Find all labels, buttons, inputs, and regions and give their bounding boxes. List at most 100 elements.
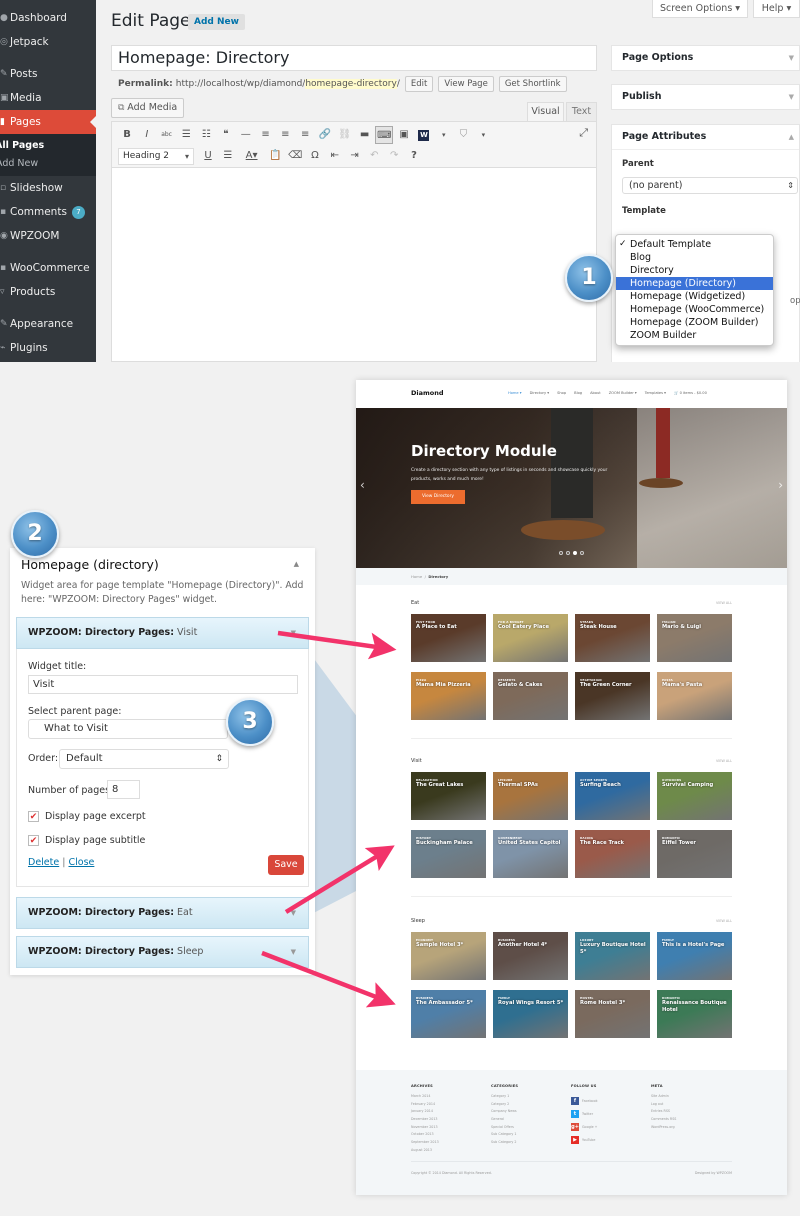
- redo-icon[interactable]: ↷: [385, 147, 403, 165]
- footer-link[interactable]: Entries RSS: [651, 1109, 676, 1117]
- footer-link[interactable]: December 2013: [411, 1117, 439, 1125]
- fullscreen-icon[interactable]: ⤢: [579, 126, 588, 140]
- toolbar-toggle-icon[interactable]: ⌨: [375, 126, 394, 144]
- numbered-list-icon[interactable]: ☷: [197, 126, 215, 144]
- slider-dot[interactable]: [566, 551, 570, 555]
- directory-card[interactable]: VEGETARIAN The Green Corner: [575, 672, 650, 720]
- unlink-icon[interactable]: ⛓: [336, 126, 354, 144]
- submenu-add-new[interactable]: Add New: [0, 155, 96, 173]
- view-all-link[interactable]: VIEW ALL: [716, 601, 732, 605]
- bullet-list-icon[interactable]: ☰: [177, 126, 195, 144]
- site-nav-item[interactable]: ZOOM Builder ▾: [609, 391, 637, 395]
- directory-card[interactable]: OUTDOORS Survival Camping: [657, 772, 732, 820]
- directory-card[interactable]: STEAKS Steak House: [575, 614, 650, 662]
- footer-link[interactable]: Sub Category 1: [491, 1132, 518, 1140]
- add-new-button[interactable]: Add New: [188, 14, 245, 30]
- template-option[interactable]: ✓ Default Template: [616, 238, 773, 251]
- order-select[interactable]: Default: [59, 749, 229, 769]
- footer-link[interactable]: October 2013: [411, 1132, 439, 1140]
- footer-link[interactable]: Category 1: [491, 1094, 518, 1102]
- footer-link[interactable]: Log out: [651, 1102, 676, 1110]
- checkmark-icon[interactable]: ✔: [28, 835, 39, 846]
- site-nav-item[interactable]: Directory ▾: [530, 391, 550, 395]
- sidebar-item-appearance[interactable]: ✎ Appearance: [0, 312, 96, 336]
- content-editor[interactable]: BIabc☰☷❝—≡≡≡🔗⛓▬⌨▣W▾⛉▾ Heading 2 U☰A▾📋⌫Ω⇤…: [111, 121, 597, 362]
- site-nav-item[interactable]: Templates ▾: [645, 391, 666, 395]
- sidebar-item-plugins[interactable]: ⌁ Plugins: [0, 336, 96, 360]
- directory-card[interactable]: BUSINESS The Ambassador 5*: [411, 990, 486, 1038]
- read-more-icon[interactable]: ▬: [356, 126, 374, 144]
- justify-icon[interactable]: ☰: [219, 147, 237, 165]
- delete-link[interactable]: Delete: [28, 857, 59, 868]
- directory-card[interactable]: ROMANTIC Renaissance Boutique Hotel: [657, 990, 732, 1038]
- toggle-arrow-icon[interactable]: ▲: [789, 125, 794, 149]
- directory-card[interactable]: RELAXATION The Great Lakes: [411, 772, 486, 820]
- footer-link[interactable]: March 2014: [411, 1094, 439, 1102]
- social-link-facebook[interactable]: f Facebook: [571, 1094, 598, 1107]
- page-attributes-header[interactable]: Page Attributes ▲: [612, 125, 799, 149]
- insert-image-icon[interactable]: ▣: [395, 126, 413, 144]
- footer-link[interactable]: Sub Category 2: [491, 1140, 518, 1148]
- edit-permalink-button[interactable]: Edit: [404, 76, 434, 92]
- align-center-icon[interactable]: ≡: [276, 126, 294, 144]
- footer-link[interactable]: Company News: [491, 1109, 518, 1117]
- site-nav-item[interactable]: Home ▾: [508, 391, 522, 395]
- footer-link[interactable]: Category 2: [491, 1102, 518, 1110]
- link-icon[interactable]: 🔗: [316, 126, 334, 144]
- slider-next-icon[interactable]: ›: [778, 478, 783, 492]
- template-option[interactable]: ZOOM Builder: [616, 329, 773, 342]
- widget-bar-eat[interactable]: WPZOOM: Directory Pages: Eat ▼: [16, 897, 309, 929]
- screen-options-button[interactable]: Screen Options ▾: [652, 0, 748, 18]
- format-select[interactable]: Heading 2: [118, 147, 194, 165]
- directory-card[interactable]: BUSINESS Another Hotel 4*: [493, 932, 568, 980]
- site-nav-item[interactable]: About: [590, 391, 601, 395]
- expand-arrow-icon[interactable]: ▼: [291, 898, 296, 928]
- blockquote-icon[interactable]: ❝: [217, 126, 235, 144]
- underline-icon[interactable]: U: [199, 147, 217, 165]
- tab-visual[interactable]: Visual: [527, 102, 564, 121]
- indent-icon[interactable]: ⇥: [346, 147, 364, 165]
- sidebar-item-slideshow[interactable]: ▫ Slideshow: [0, 176, 96, 200]
- save-button[interactable]: Save: [268, 855, 304, 875]
- view-page-button[interactable]: View Page: [438, 76, 494, 92]
- directory-card[interactable]: HISTORY Buckingham Palace: [411, 830, 486, 878]
- sidebar-item-posts[interactable]: ✎ Posts: [0, 62, 96, 86]
- slider-prev-icon[interactable]: ‹: [360, 478, 365, 492]
- horizontal-rule-icon[interactable]: —: [237, 126, 255, 144]
- sidebar-item-comments[interactable]: ▪ Comments 7: [0, 200, 96, 224]
- footer-link[interactable]: General: [491, 1117, 518, 1125]
- breadcrumb-home[interactable]: Home: [411, 574, 422, 579]
- cart-shortcode-icon[interactable]: ⛉: [455, 126, 473, 144]
- directory-card[interactable]: ACTIVE SPORTS Surfing Beach: [575, 772, 650, 820]
- template-option[interactable]: Homepage (WooCommerce): [616, 303, 773, 316]
- slider-dot[interactable]: [580, 551, 584, 555]
- directory-card[interactable]: FAMILY This is a Hotel's Page: [657, 932, 732, 980]
- footer-link[interactable]: September 2013: [411, 1140, 439, 1148]
- footer-link[interactable]: February 2014: [411, 1102, 439, 1110]
- italic-icon[interactable]: I: [138, 126, 156, 144]
- outdent-icon[interactable]: ⇤: [326, 147, 344, 165]
- display-excerpt-checkbox[interactable]: ✔ Display page excerpt: [28, 811, 146, 822]
- footer-link[interactable]: Site Admin: [651, 1094, 676, 1102]
- help-icon[interactable]: ?: [405, 147, 423, 165]
- toggle-arrow-icon[interactable]: ▼: [789, 46, 794, 70]
- directory-card[interactable]: ECONOMY Sample Hotel 3*: [411, 932, 486, 980]
- social-link-google[interactable]: g+ Google +: [571, 1120, 598, 1133]
- display-subtitle-checkbox[interactable]: ✔ Display page subtitle: [28, 835, 145, 846]
- toggle-arrow-icon[interactable]: ▼: [789, 85, 794, 109]
- template-option[interactable]: Blog: [616, 251, 773, 264]
- directory-card[interactable]: HOSTEL Rome Hostel 3*: [575, 990, 650, 1038]
- footer-link[interactable]: January 2014: [411, 1109, 439, 1117]
- template-option[interactable]: Homepage (Widgetized): [616, 290, 773, 303]
- footer-link[interactable]: WordPress.org: [651, 1125, 676, 1133]
- sidebar-item-products[interactable]: ▿ Products: [0, 280, 96, 304]
- site-nav-item[interactable]: 🛒 0 items - $0.00: [674, 391, 707, 395]
- footer-link[interactable]: November 2013: [411, 1125, 439, 1133]
- template-dropdown[interactable]: ✓ Default Template Blog Directory Homepage (…: [615, 234, 774, 346]
- template-option[interactable]: Homepage (ZOOM Builder): [616, 316, 773, 329]
- tab-text[interactable]: Text: [566, 102, 597, 121]
- checkmark-icon[interactable]: ✔: [28, 811, 39, 822]
- directory-card[interactable]: LEISURE Thermal SPAs: [493, 772, 568, 820]
- special-char-icon[interactable]: Ω: [306, 147, 324, 165]
- chevron-down-icon[interactable]: ▾: [474, 126, 492, 144]
